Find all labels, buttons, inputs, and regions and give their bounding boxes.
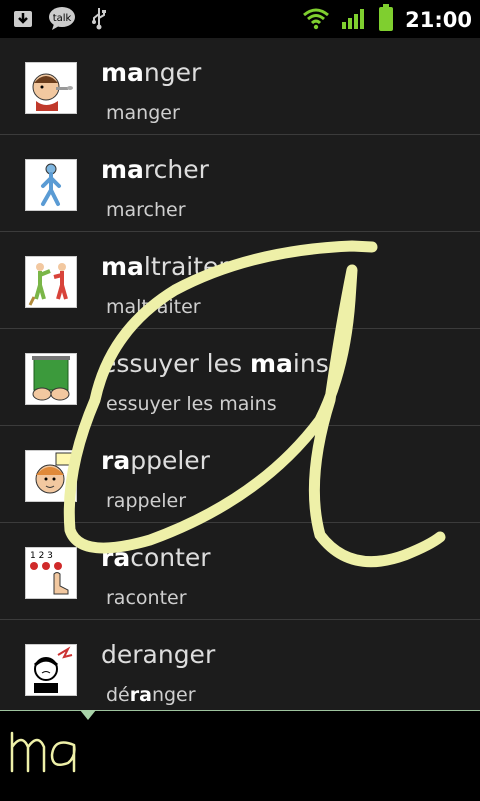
list-item[interactable]: manger manger	[0, 38, 480, 135]
wifi-icon	[301, 6, 331, 34]
item-title: marcher	[101, 155, 209, 184]
svg-text:1 2 3: 1 2 3	[30, 551, 53, 561]
eating-icon	[25, 62, 77, 114]
item-title: rappeler	[101, 446, 210, 475]
item-title: raconter	[101, 543, 211, 572]
item-title: maltraiter	[101, 252, 229, 281]
talk-label: talk	[53, 13, 72, 24]
pad-caret	[80, 710, 96, 720]
counting-icon: 1 2 3	[25, 547, 77, 599]
item-subtitle: manger	[106, 102, 180, 124]
list-item[interactable]: marcher marcher	[0, 135, 480, 232]
handwriting-pad[interactable]	[0, 710, 480, 801]
item-subtitle: déranger	[106, 684, 196, 706]
list-item[interactable]: rappeler rappeler	[0, 426, 480, 523]
walking-icon	[25, 159, 77, 211]
list-item[interactable]: maltraiter maltraiter	[0, 232, 480, 329]
usb-icon	[90, 6, 108, 34]
wipe-hands-icon	[25, 353, 77, 405]
list-item[interactable]: deranger déranger	[0, 620, 480, 710]
list-item[interactable]: 1 2 3 raconter raconter	[0, 523, 480, 620]
item-title: deranger	[101, 640, 216, 669]
item-subtitle: maltraiter	[106, 296, 201, 318]
status-bar: talk 21:00	[0, 0, 480, 39]
remember-icon	[25, 450, 77, 502]
item-subtitle: raconter	[106, 587, 187, 609]
disturb-icon	[25, 644, 77, 696]
item-subtitle: marcher	[106, 199, 186, 221]
battery-icon	[377, 4, 395, 36]
talk-icon: talk	[48, 6, 76, 34]
item-subtitle: rappeler	[106, 490, 187, 512]
item-subtitle: essuyer les mains	[106, 393, 277, 415]
item-title: essuyer les mains	[101, 349, 329, 378]
typed-ink-preview	[10, 731, 76, 773]
mistreat-icon	[25, 256, 77, 308]
list-item[interactable]: essuyer les mains essuyer les mains	[0, 329, 480, 426]
download-icon	[12, 7, 34, 33]
item-title: manger	[101, 58, 202, 87]
clock: 21:00	[405, 8, 472, 32]
results-list[interactable]: manger manger marcher marcher maltraiter…	[0, 38, 480, 710]
signal-icon	[341, 6, 367, 34]
